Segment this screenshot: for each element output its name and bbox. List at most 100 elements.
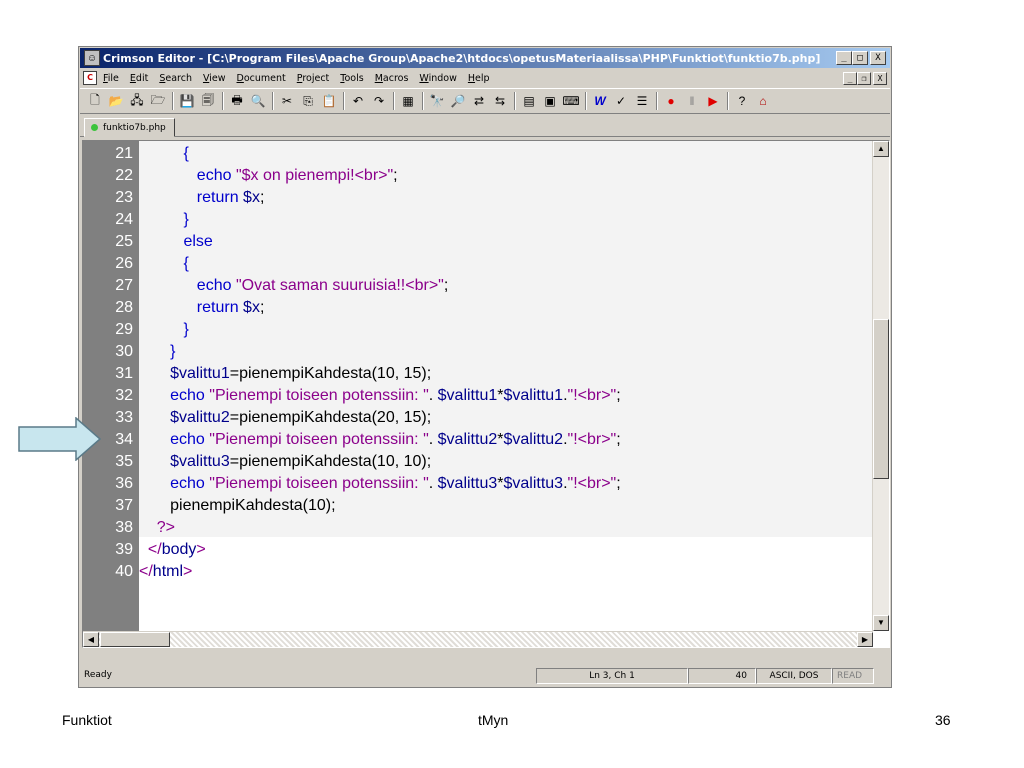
code-token: ; <box>616 431 621 448</box>
menu-accelerator: H <box>467 72 476 84</box>
menu-window[interactable]: Window <box>419 73 456 84</box>
code-line[interactable]: { <box>139 143 873 165</box>
code-line[interactable]: $valittu1=pienempiKahdesta(10, 15); <box>139 363 873 385</box>
pointer-arrow-icon <box>18 417 102 461</box>
print-preview-icon[interactable]: 🔍 <box>249 92 267 110</box>
macro-icon[interactable]: ⌨ <box>562 92 580 110</box>
line-numbers-icon[interactable]: ☰ <box>633 92 651 110</box>
pause-icon[interactable]: ‖ <box>683 92 701 110</box>
footer-author: tMyn <box>478 712 509 728</box>
title-bar[interactable]: ☺ Crimson Editor - [C:\Program Files\Apa… <box>80 48 890 68</box>
output-window-icon[interactable]: ▣ <box>541 92 559 110</box>
code-token: ; <box>616 387 621 404</box>
code-line[interactable]: } <box>139 209 873 231</box>
word-wrap-icon[interactable]: W <box>591 92 609 110</box>
code-line[interactable]: echo "Pienempi toiseen potenssiin: ". $v… <box>139 429 873 451</box>
crimson-editor-icon[interactable]: ☺ <box>84 50 100 66</box>
toolbar-separator <box>172 92 174 110</box>
code-token: "!<br>" <box>567 475 617 492</box>
menu-label-rest: ocument <box>243 72 286 84</box>
home-icon[interactable]: ⌂ <box>754 92 772 110</box>
code-area[interactable]: { echo "$x on pienempi!<br>"; return $x;… <box>139 141 873 647</box>
doc-restore-button[interactable]: ❐ <box>857 71 871 85</box>
open-remote-icon[interactable]: 🖧 <box>128 92 146 110</box>
maximize-button[interactable]: □ <box>852 51 868 65</box>
code-line[interactable]: return $x; <box>139 297 873 319</box>
help-icon[interactable]: ? <box>733 92 751 110</box>
code-line[interactable]: $valittu3=pienempiKahdesta(10, 10); <box>139 451 873 473</box>
print-icon[interactable]: 🖶 <box>228 92 246 110</box>
menu-edit[interactable]: Edit <box>130 73 148 84</box>
spell-check-icon[interactable]: ✓ <box>612 92 630 110</box>
code-line[interactable]: </body> <box>139 539 873 561</box>
footer-topic: Funktiot <box>62 712 112 728</box>
doc-minimize-button[interactable]: _ <box>843 71 857 85</box>
window-title: Crimson Editor - [C:\Program Files\Apach… <box>103 51 821 65</box>
replace-icon[interactable]: ⇄ <box>470 92 488 110</box>
document-icon[interactable]: C <box>83 71 97 85</box>
line-number: 22 <box>115 167 133 184</box>
paste-icon[interactable]: 📋 <box>320 92 338 110</box>
code-line[interactable]: return $x; <box>139 187 873 209</box>
play-icon[interactable]: ▶ <box>704 92 722 110</box>
code-token: =pienempiKahdesta(10, 15); <box>229 365 432 382</box>
line-count: 40 <box>688 668 756 684</box>
find-icon[interactable]: 🔭 <box>428 92 446 110</box>
code-line[interactable]: echo "Pienempi toiseen potenssiin: ". $v… <box>139 385 873 407</box>
vertical-scroll-thumb[interactable] <box>873 319 889 479</box>
menu-project[interactable]: Project <box>297 73 330 84</box>
tab-funktio7b[interactable]: funktio7b.php <box>84 118 175 137</box>
toolbar-separator <box>343 92 345 110</box>
menu-search[interactable]: Search <box>159 73 192 84</box>
code-token: body <box>161 541 197 558</box>
minimize-button[interactable]: _ <box>836 51 852 65</box>
code-line[interactable]: ?> <box>139 517 873 539</box>
code-line[interactable]: } <box>139 319 873 341</box>
line-number: 31 <box>115 365 133 382</box>
code-token: $x <box>243 299 260 316</box>
scroll-up-icon[interactable]: ▲ <box>873 141 889 157</box>
new-file-icon[interactable]: 🗋 <box>86 92 104 110</box>
vertical-scrollbar[interactable]: ▲ ▼ <box>872 141 889 631</box>
horizontal-scrollbar[interactable]: ◀ ▶ <box>83 631 873 647</box>
code-token: } <box>183 321 189 338</box>
code-line[interactable]: pienempiKahdesta(10); <box>139 495 873 517</box>
column-mode-icon[interactable]: ▦ <box>399 92 417 110</box>
redo-icon[interactable]: ↷ <box>370 92 388 110</box>
record-icon[interactable]: ● <box>662 92 680 110</box>
menu-help[interactable]: Help <box>468 73 490 84</box>
code-editor[interactable]: 21 22 23 24 25 26 27 28 29 30 31 32 33 34 35 36 37 38 39 40… <box>82 140 890 648</box>
toggle-panel-icon[interactable]: ▤ <box>520 92 538 110</box>
save-all-icon[interactable]: 🗐 <box>199 92 217 110</box>
code-token: "Ovat saman suuruisia!!<br>" <box>235 277 444 294</box>
menu-file[interactable]: File <box>103 73 119 84</box>
code-line[interactable]: </html> <box>139 561 873 583</box>
undo-icon[interactable]: ↶ <box>349 92 367 110</box>
menu-tools[interactable]: Tools <box>340 73 363 84</box>
open-project-icon[interactable]: 🗁 <box>149 92 167 110</box>
replace-next-icon[interactable]: ⇆ <box>491 92 509 110</box>
doc-close-button[interactable]: X <box>873 71 887 85</box>
scroll-down-icon[interactable]: ▼ <box>873 615 889 631</box>
code-line[interactable]: echo "Pienempi toiseen potenssiin: ". $v… <box>139 473 873 495</box>
copy-icon[interactable]: ⎘ <box>299 92 317 110</box>
menu-macros[interactable]: Macros <box>375 73 409 84</box>
code-line[interactable]: echo "$x on pienempi!<br>"; <box>139 165 873 187</box>
cut-icon[interactable]: ✂ <box>278 92 296 110</box>
scroll-right-icon[interactable]: ▶ <box>857 632 873 647</box>
find-next-icon[interactable]: 🔎 <box>449 92 467 110</box>
horizontal-scroll-thumb[interactable] <box>100 632 170 647</box>
code-line[interactable]: echo "Ovat saman suuruisia!!<br>"; <box>139 275 873 297</box>
code-line[interactable]: $valittu2=pienempiKahdesta(20, 15); <box>139 407 873 429</box>
open-folder-icon[interactable]: 📂 <box>107 92 125 110</box>
code-line[interactable]: } <box>139 341 873 363</box>
close-button[interactable]: X <box>870 51 886 65</box>
code-line[interactable]: else <box>139 231 873 253</box>
menu-view[interactable]: View <box>203 73 226 84</box>
menu-document[interactable]: Document <box>237 73 286 84</box>
scroll-left-icon[interactable]: ◀ <box>83 632 99 647</box>
save-icon[interactable]: 💾 <box>178 92 196 110</box>
code-line[interactable]: { <box>139 253 873 275</box>
